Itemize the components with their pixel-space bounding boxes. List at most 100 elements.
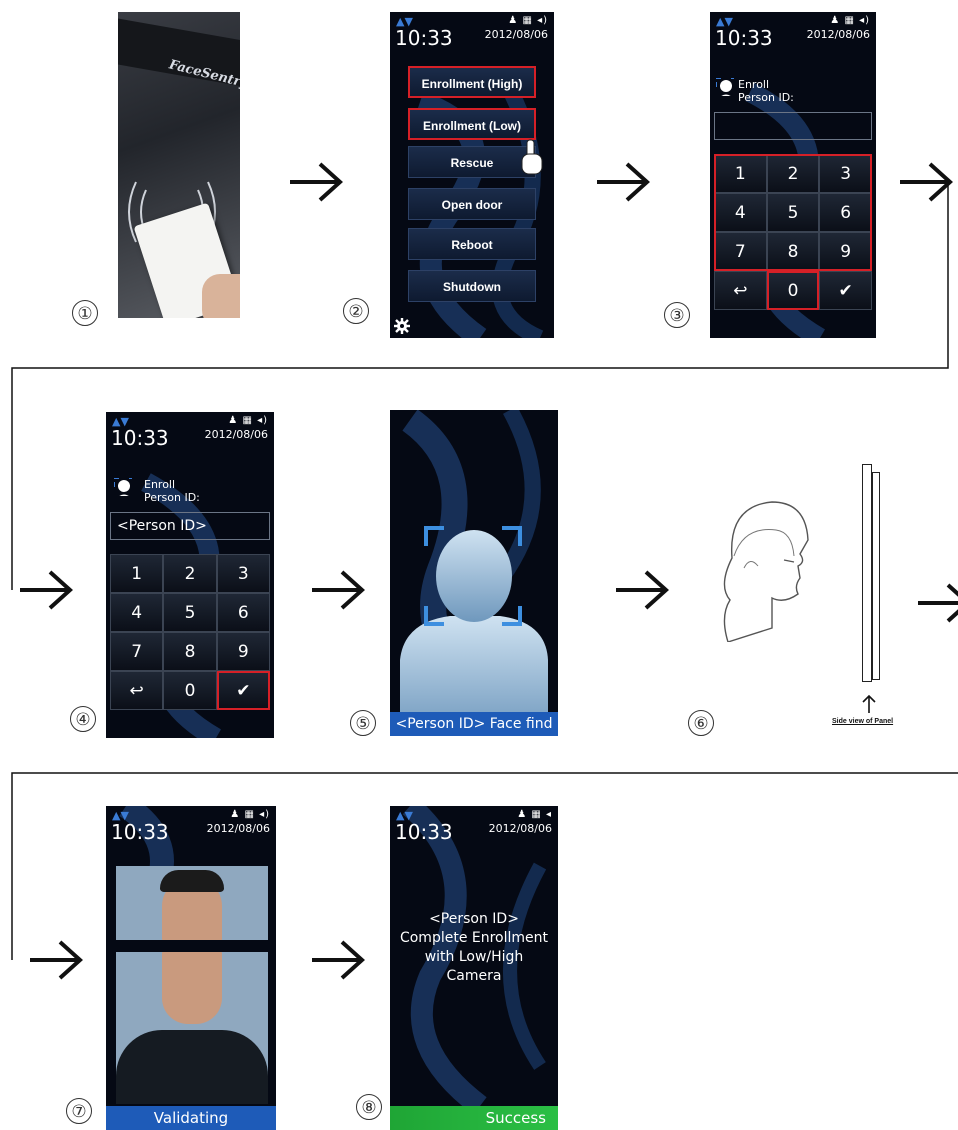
numeric-keypad: 1 2 3 4 5 6 7 8 9 ↩ 0 ✔ [714, 154, 872, 310]
enroll-person-icon [114, 478, 132, 496]
key-8[interactable]: 8 [766, 232, 820, 271]
confirm-key[interactable]: ✔ [216, 671, 270, 710]
camera-preview-upper [116, 866, 268, 940]
key-2[interactable]: 2 [163, 554, 217, 593]
key-8[interactable]: 8 [163, 632, 217, 671]
key-7[interactable]: 7 [714, 232, 767, 271]
side-view-caption: Side view of Panel [832, 718, 894, 725]
confirm-key[interactable]: ✔ [819, 271, 872, 310]
arrow-7-8 [310, 940, 364, 980]
side-view-panel [862, 464, 872, 682]
step2-menu-screen: ▲▼ ♟ ▦ ◂) 10:33 2012/08/06 Enrollment (H… [390, 12, 554, 338]
arrow-5-6 [614, 570, 668, 610]
back-key[interactable]: ↩ [714, 271, 767, 310]
arrow-4-5 [310, 570, 364, 610]
validating-banner: Validating [106, 1106, 276, 1130]
status-icons: ♟ ▦ ◂) [228, 415, 268, 426]
step-number-6: ⑥ [688, 710, 714, 736]
clock-date: 2012/08/06 [206, 822, 270, 835]
rescue-button[interactable]: Rescue [408, 146, 536, 178]
clock-time: 10:33 [111, 820, 169, 844]
clock-date: 2012/08/06 [204, 428, 268, 441]
person-id-label: Person ID: [738, 91, 794, 104]
camera-preview-lower [116, 952, 268, 1104]
key-5[interactable]: 5 [163, 593, 217, 632]
step1-card-photo: FaceSentry [118, 12, 240, 318]
arrow-3-4 [898, 162, 952, 202]
side-view-panel-back [872, 472, 880, 680]
person-id-field[interactable] [714, 112, 872, 140]
clock-time: 10:33 [395, 820, 453, 844]
enroll-person-icon [716, 78, 734, 96]
key-3[interactable]: 3 [216, 554, 270, 593]
step-number-7: ⑦ [66, 1098, 92, 1124]
message-line-1: <Person ID> [429, 911, 519, 927]
step3-keypad-screen: ▲▼ ♟ ▦ ◂) 10:33 2012/08/06 Enroll Person… [710, 12, 876, 338]
face-hair [160, 870, 224, 892]
key-2[interactable]: 2 [766, 154, 820, 193]
hand [202, 274, 240, 318]
status-icons: ♟ ▦ ◂) [830, 15, 870, 26]
reboot-button[interactable]: Reboot [408, 228, 536, 260]
key-0[interactable]: 0 [766, 271, 820, 310]
key-7[interactable]: 7 [110, 632, 164, 671]
step5-face-find-screen: <Person ID> Face find [390, 410, 558, 736]
key-9[interactable]: 9 [216, 632, 270, 671]
clock-date: 2012/08/06 [484, 28, 548, 41]
key-1[interactable]: 1 [110, 554, 164, 593]
person-id-field[interactable]: <Person ID> [110, 512, 270, 540]
step-number-8: ⑧ [356, 1094, 382, 1120]
numeric-keypad: 1 2 3 4 5 6 7 8 9 ↩ 0 ✔ [110, 554, 270, 710]
step-number-2: ② [343, 298, 369, 324]
status-icons: ♟ ▦ ◂) [230, 809, 270, 820]
shirt [116, 1030, 268, 1104]
enrollment-low-button[interactable]: Enrollment (Low) [408, 108, 536, 140]
clock-date: 2012/08/06 [488, 822, 552, 835]
clock-date: 2012/08/06 [806, 28, 870, 41]
clock-time: 10:33 [395, 26, 453, 50]
step-number-1: ① [72, 300, 98, 326]
message-line-4: Camera [446, 968, 502, 984]
pointing-hand-icon [521, 139, 543, 175]
key-3[interactable]: 3 [819, 154, 872, 193]
shutdown-button[interactable]: Shutdown [408, 270, 536, 302]
step4-keypad-screen: ▲▼ ♟ ▦ ◂) 10:33 2012/08/06 Enroll Person… [106, 412, 274, 738]
clock-time: 10:33 [111, 426, 169, 450]
step6-head-sketch [723, 501, 809, 642]
face-lower [162, 952, 222, 1024]
status-icons: ♟ ▦ ◂) [508, 15, 548, 26]
clock-time: 10:33 [715, 26, 773, 50]
success-message: <Person ID> Complete Enrollment with Low… [390, 910, 558, 986]
step-number-4: ④ [70, 706, 96, 732]
key-4[interactable]: 4 [110, 593, 164, 632]
key-4[interactable]: 4 [714, 193, 767, 232]
key-6[interactable]: 6 [216, 593, 270, 632]
step-number-3: ③ [664, 302, 690, 328]
arrow-into-7 [28, 940, 82, 980]
arrow-into-4 [18, 570, 72, 610]
status-icons: ♟ ▦ ◂ [517, 809, 552, 820]
message-line-2: Complete Enrollment [399, 930, 549, 946]
step8-success-screen: ▲▼ ♟ ▦ ◂ 10:33 2012/08/06 <Person ID> Co… [390, 806, 558, 1130]
face-silhouette-icon [400, 526, 548, 736]
message-line-3: with Low/High [424, 949, 524, 965]
key-5[interactable]: 5 [766, 193, 820, 232]
enroll-label: Enroll [738, 78, 770, 91]
enroll-label: Enroll [144, 478, 176, 491]
success-banner: Success [390, 1106, 558, 1130]
open-door-button[interactable]: Open door [408, 188, 536, 220]
gear-icon[interactable] [394, 318, 410, 334]
key-0[interactable]: 0 [163, 671, 217, 710]
key-9[interactable]: 9 [819, 232, 872, 271]
arrow-1-2 [288, 162, 342, 202]
arrow-2-3 [595, 162, 649, 202]
person-id-label: Person ID: [144, 491, 200, 504]
step-number-5: ⑤ [350, 710, 376, 736]
enrollment-high-button[interactable]: Enrollment (High) [408, 66, 536, 98]
key-6[interactable]: 6 [819, 193, 872, 232]
face-find-banner: <Person ID> Face find [390, 712, 558, 736]
arrow-6-7 [916, 583, 958, 623]
step7-validating-screen: ▲▼ ♟ ▦ ◂) 10:33 2012/08/06 Validating [106, 806, 276, 1130]
back-key[interactable]: ↩ [110, 671, 164, 710]
key-1[interactable]: 1 [714, 154, 767, 193]
